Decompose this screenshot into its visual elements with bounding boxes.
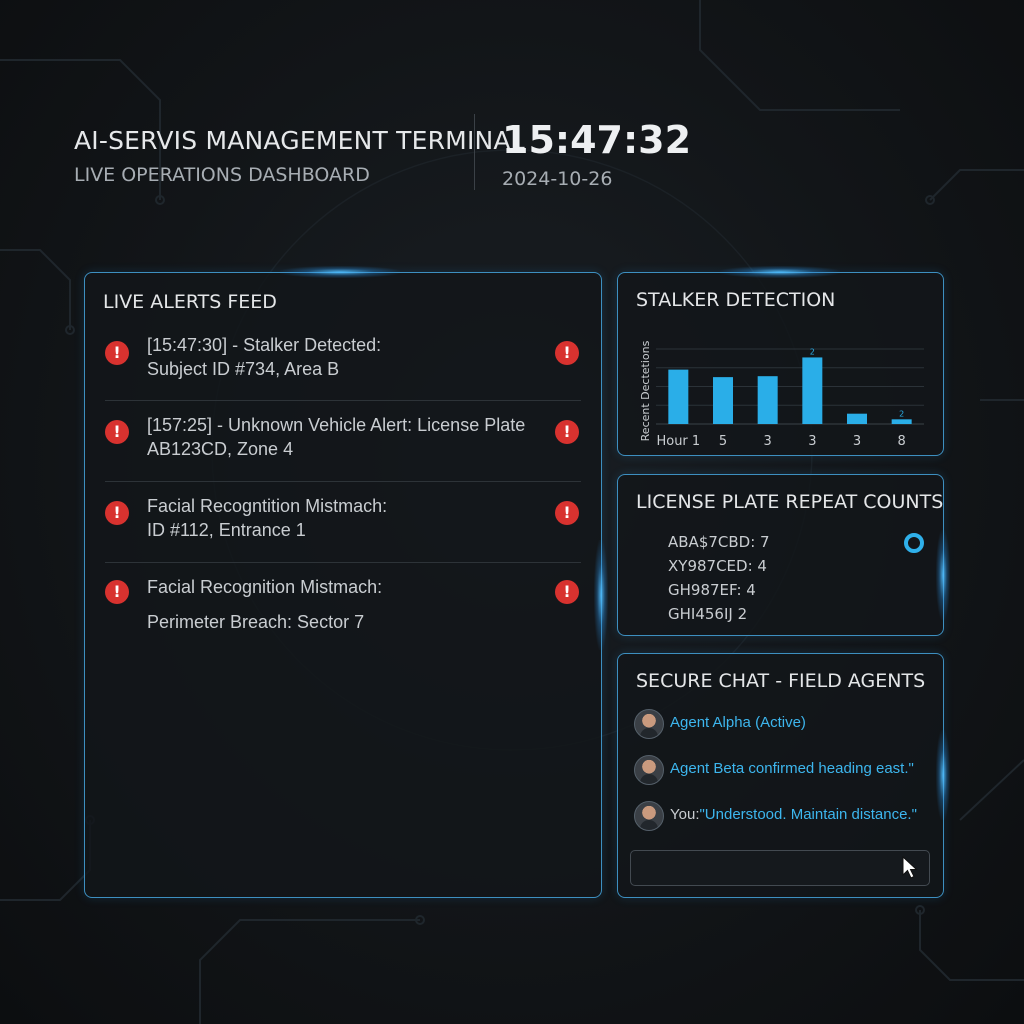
- mouse-cursor-icon: [902, 856, 918, 879]
- alert-icon[interactable]: !: [555, 501, 579, 525]
- stalker-bar-chart: Recent Dectetions Hour 1 5 3 3 2 3 8 2: [639, 340, 924, 449]
- alert-line-2: Perimeter Breach: Sector 7: [147, 612, 365, 632]
- header-divider: [474, 114, 475, 190]
- chart-x-tick-label: 3: [808, 434, 816, 449]
- app-title: AI-SERVIS MANAGEMENT TERMINAL: [74, 126, 525, 155]
- app-subtitle: LIVE OPERATIONS DASHBOARD: [74, 164, 370, 186]
- alert-divider: [105, 400, 581, 401]
- alert-line-1: [157:25] - Unknown Vehicle Alert: Licens…: [147, 415, 526, 435]
- clock-date: 2024-10-26: [502, 168, 613, 190]
- alert-icon: !: [105, 501, 129, 525]
- chat-message-text: You:"Understood. Maintain distance.": [670, 806, 917, 823]
- plates-panel-title: LICENSE PLATE REPEAT COUNTS: [636, 491, 944, 513]
- license-plate-panel: LICENSE PLATE REPEAT COUNTS ABA$7CBD: 7 …: [617, 474, 944, 636]
- chart-x-tick-label: Hour 1: [656, 434, 700, 449]
- alert-item[interactable]: ! Facial Recognition Mistmach: Perimeter…: [85, 572, 599, 652]
- alert-icon[interactable]: !: [555, 420, 579, 444]
- chat-message-input[interactable]: [630, 850, 930, 886]
- chart-x-tick-label: 8: [898, 434, 906, 449]
- clock-time: 15:47:32: [502, 118, 692, 162]
- stalker-detection-panel: STALKER DETECTION Recent Dectetions Hour …: [617, 272, 944, 456]
- chart-x-tick-label: 3: [764, 434, 772, 449]
- agent-avatar: [634, 709, 664, 739]
- alert-item[interactable]: ! [157:25] - Unknown Vehicle Alert: Lice…: [85, 410, 599, 490]
- chat-message-text: Agent Alpha (Active): [670, 714, 806, 731]
- agent-avatar: [634, 755, 664, 785]
- plate-count-row: XY987CED: 4: [668, 557, 767, 575]
- chart-bar: [847, 413, 867, 424]
- alert-divider: [105, 481, 581, 482]
- chart-data-label: 2: [899, 409, 904, 418]
- plate-count-row: ABA$7CBD: 7: [668, 533, 770, 551]
- chart-bar: [713, 377, 733, 424]
- chat-panel-title: SECURE CHAT - FIELD AGENTS: [636, 670, 926, 692]
- chart-y-axis-label: Recent Dectetions: [639, 340, 652, 441]
- chat-sender-prefix: You:: [670, 806, 700, 823]
- secure-chat-panel: SECURE CHAT - FIELD AGENTS Agent Alpha (…: [617, 653, 944, 898]
- alert-icon[interactable]: !: [555, 580, 579, 604]
- alert-divider: [105, 562, 581, 563]
- alerts-panel: LIVE ALERTS FEED ! [15:47:30] - Stalker …: [84, 272, 602, 898]
- chat-message-text: Agent Beta confirmed heading east.": [670, 760, 914, 777]
- alert-item[interactable]: ! Facial Recogntition Mistmach: ID #112,…: [85, 491, 599, 571]
- alert-item[interactable]: ! [15:47:30] - Stalker Detected: Subject…: [85, 329, 599, 409]
- ring-icon[interactable]: [904, 533, 924, 553]
- chart-bar: [802, 357, 823, 424]
- alert-line-2: AB123CD, Zone 4: [147, 439, 294, 459]
- alert-icon[interactable]: !: [555, 341, 579, 365]
- user-avatar: [634, 801, 664, 831]
- alert-line-1: Facial Recognition Mistmach:: [147, 577, 383, 597]
- alerts-panel-title: LIVE ALERTS FEED: [103, 291, 277, 313]
- chart-bar: [891, 419, 912, 424]
- chart-x-tick-label: 3: [853, 434, 861, 449]
- plate-count-row: GHI456IJ 2: [668, 605, 748, 623]
- alert-line-2: Subject ID #734, Area B: [147, 359, 340, 379]
- chart-data-label: 2: [810, 347, 815, 356]
- alert-icon: !: [105, 580, 129, 604]
- chat-message-body: "Understood. Maintain distance.": [699, 806, 917, 823]
- alert-line-1: [15:47:30] - Stalker Detected:: [147, 335, 382, 355]
- chart-bar: [757, 376, 778, 424]
- alert-icon: !: [105, 341, 129, 365]
- chart-x-tick-label: 5: [719, 434, 727, 449]
- alert-line-1: Facial Recogntition Mistmach:: [147, 496, 388, 516]
- alert-icon: !: [105, 420, 129, 444]
- alert-line-2: ID #112, Entrance 1: [147, 520, 306, 540]
- plate-count-row: GH987EF: 4: [668, 581, 756, 599]
- chart-bar: [668, 369, 689, 424]
